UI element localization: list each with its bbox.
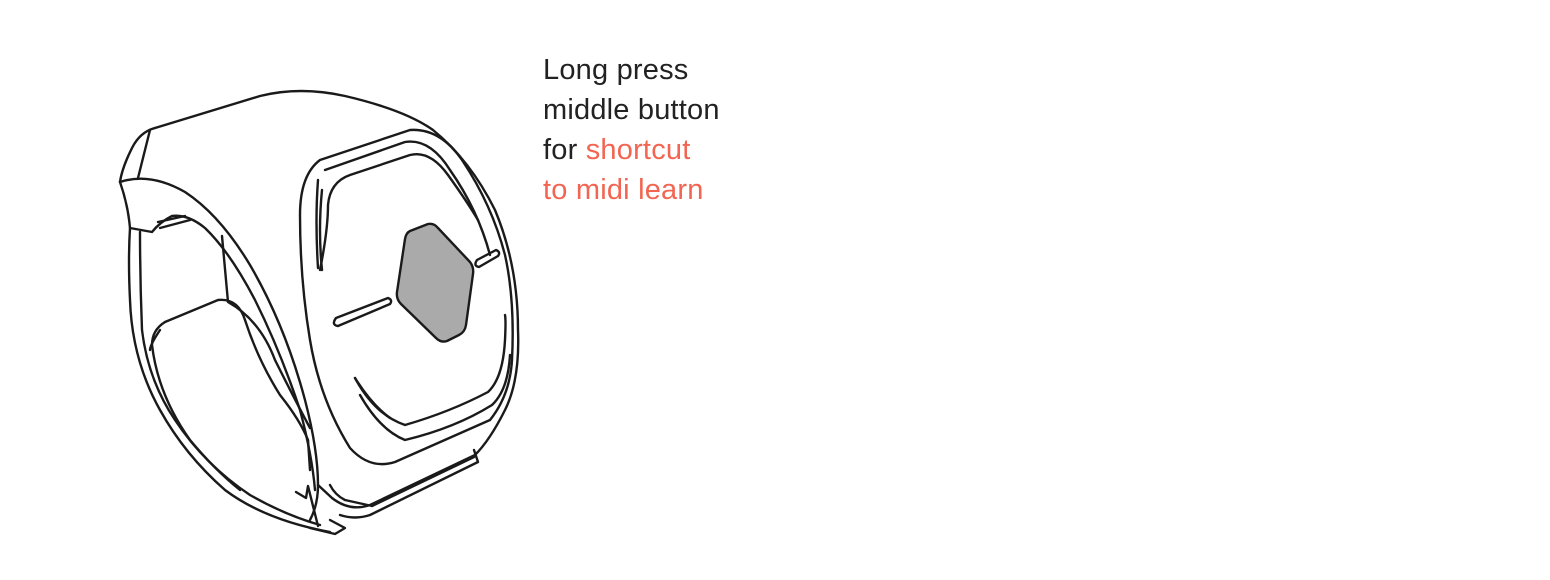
left-slot [332,296,393,328]
middle-button [395,222,475,343]
instruction-highlight-shortcut: shortcut [585,134,691,166]
instruction-line-2: middle button [543,94,720,126]
instruction-text: Long press middle button for shortcut to… [543,50,720,210]
ring-controller-illustration [100,80,540,550]
instruction-line-1: Long press [543,54,689,86]
instruction-highlight-midi-learn: to midi learn [543,174,704,206]
right-slot [474,248,501,269]
instruction-for: for [543,134,578,166]
ring-controller-icon [118,89,520,536]
instruction-line-3: for shortcut [543,130,720,170]
